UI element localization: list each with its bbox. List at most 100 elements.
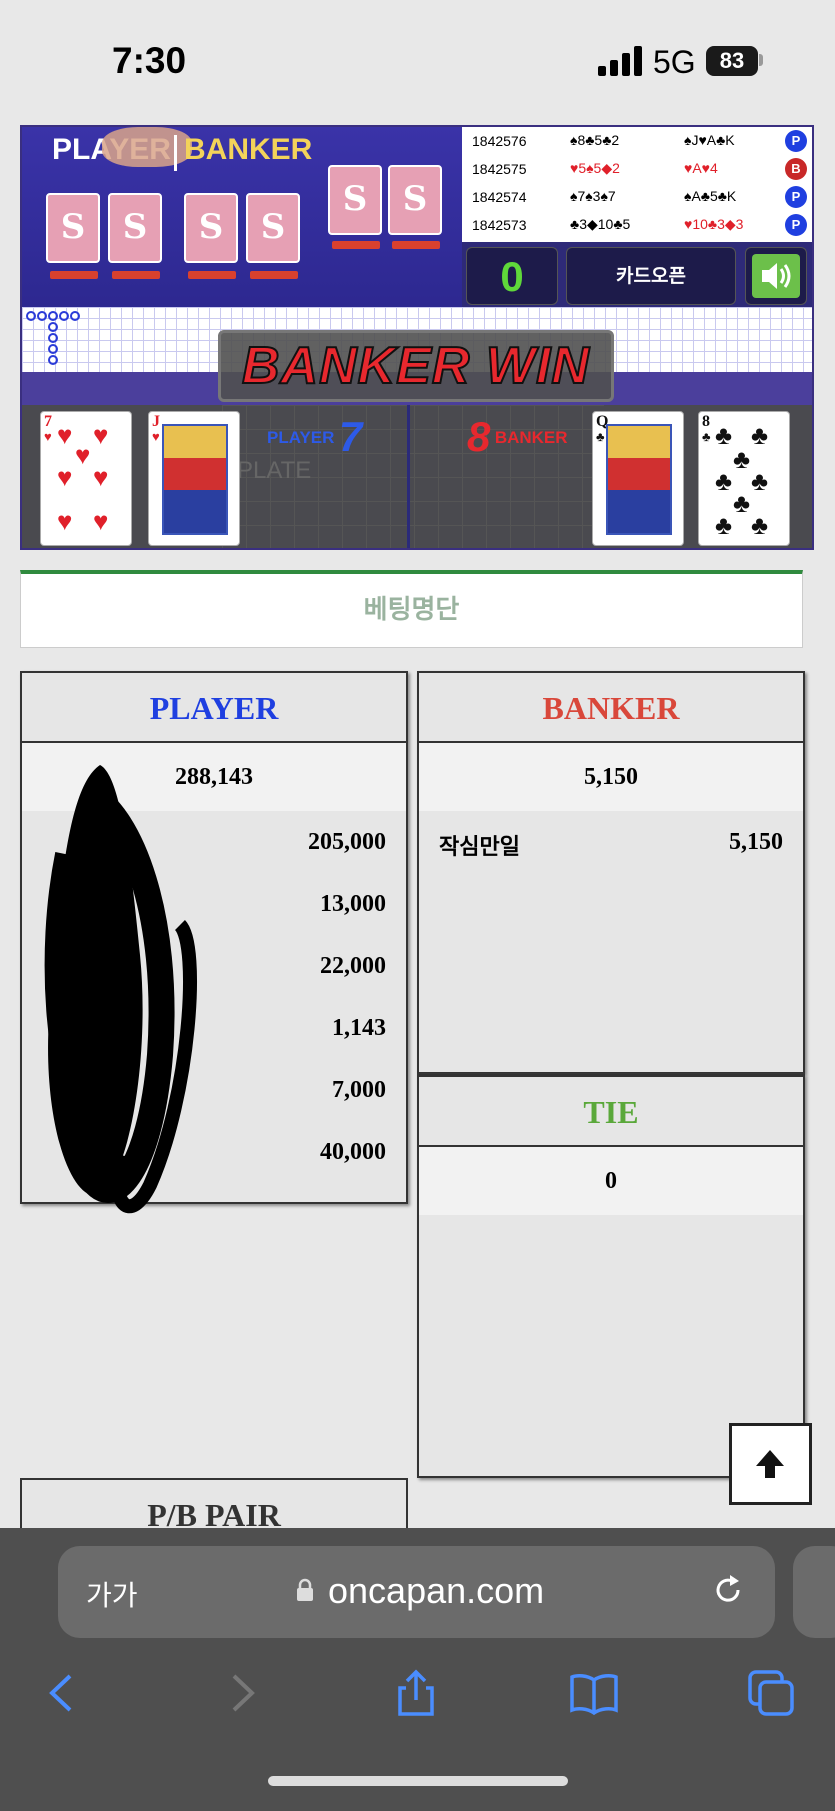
scroll-top-button[interactable] <box>729 1423 812 1505</box>
card-slot <box>250 271 298 279</box>
heart-icon: ♥ <box>57 506 73 536</box>
card-table: PLATE 7 ♥ ♥ ♥ ♥ ♥ ♥ ♥ ♥ J ♥ PLAYER 7 8 B… <box>22 405 812 548</box>
card-back <box>328 165 382 235</box>
road-marker <box>48 322 58 332</box>
club-icon: ♣ <box>733 444 751 474</box>
banker-cards-text: ♥A♥4 <box>684 160 718 176</box>
club-icon: ♣ <box>715 510 733 540</box>
live-video: PLAYER BANKER <box>22 127 462 307</box>
card-back <box>388 165 442 235</box>
card-slot <box>332 241 380 249</box>
url-text: oncapan.com <box>328 1570 545 1611</box>
card-slot <box>112 271 160 279</box>
card-slot <box>50 271 98 279</box>
round-id: 1842575 <box>472 161 527 177</box>
arrow-up-icon <box>756 1450 784 1478</box>
reload-icon[interactable] <box>710 1572 746 1608</box>
tie-bet-panel: TIE 0 <box>417 1074 805 1478</box>
bet-amount: 22,000 <box>320 953 386 979</box>
player-cards-text: ♠7♠3♠7 <box>570 188 616 204</box>
banker-card-1: Q ♣ <box>592 411 684 546</box>
road-marker <box>70 311 80 321</box>
player-cards-text: ♥5♠5◆2 <box>570 160 620 176</box>
battery-icon: 83 <box>706 46 758 76</box>
history-row: 1842573 ♣3◆10♣5 ♥10♣3◆3 P <box>462 211 812 239</box>
road-marker <box>48 311 58 321</box>
live-banker-label: BANKER <box>184 133 313 166</box>
club-icon: ♣ <box>751 510 769 540</box>
road-marker <box>48 344 58 354</box>
game-controls: 0 카드오픈 <box>462 242 812 307</box>
battery-tip <box>759 54 763 66</box>
card-back <box>108 193 162 263</box>
player-score: PLAYER 7 <box>267 413 363 460</box>
round-id: 1842573 <box>472 217 527 233</box>
heart-icon: ♥ <box>93 506 109 536</box>
browser-toolbar: 가가 oncapan.com <box>0 1528 835 1811</box>
bet-amount: 1,143 <box>332 1015 386 1041</box>
dealer-hand <box>102 127 192 167</box>
bet-amount: 205,000 <box>308 829 386 855</box>
bet-list-title: 베팅명단 <box>363 594 460 624</box>
share-icon[interactable] <box>391 1668 441 1718</box>
banker-cards-text: ♠A♣5♣K <box>684 188 737 204</box>
bookmarks-icon[interactable] <box>569 1668 619 1718</box>
status-bar: 7:30 5G 83 <box>0 0 835 120</box>
tie-total: 0 <box>419 1147 803 1215</box>
text-size-button[interactable]: 가가 <box>86 1574 138 1614</box>
signal-icon <box>598 46 642 76</box>
round-id: 1842574 <box>472 189 527 205</box>
result-badge: P <box>785 130 807 152</box>
road-marker <box>59 311 69 321</box>
club-icon: ♣ <box>733 488 751 518</box>
jack-face-icon <box>162 424 228 535</box>
banker-score: 8 BANKER <box>467 413 568 460</box>
card-back <box>46 193 100 263</box>
lock-icon <box>297 1578 313 1601</box>
banker-total: 5,150 <box>419 743 803 811</box>
card-back <box>246 193 300 263</box>
sound-button[interactable] <box>745 247 807 305</box>
banker-card-2: 8 ♣ ♣ ♣ ♣ ♣ ♣ ♣ ♣ ♣ <box>698 411 790 546</box>
card-slot <box>188 271 236 279</box>
bet-row: 작심만일 5,150 <box>419 811 803 873</box>
club-icon: ♣ <box>715 420 733 450</box>
history-row: 1842575 ♥5♠5◆2 ♥A♥4 B <box>462 155 812 183</box>
club-icon: ♣ <box>751 420 769 450</box>
heart-icon: ♥ <box>93 420 109 450</box>
result-badge: P <box>785 186 807 208</box>
bet-amount: 7,000 <box>332 1077 386 1103</box>
ghost-text: PLATE <box>237 457 312 484</box>
forward-icon[interactable] <box>216 1668 266 1718</box>
speaker-icon <box>752 254 800 298</box>
back-icon[interactable] <box>38 1668 88 1718</box>
next-tab-preview[interactable] <box>793 1546 835 1638</box>
network-type: 5G <box>653 44 696 80</box>
round-history: 1842576 ♠8♣5♣2 ♠J♥A♣K P 1842575 ♥5♠5◆2 ♥… <box>462 127 812 242</box>
club-icon: ♣ <box>715 466 733 496</box>
heart-icon: ♥ <box>93 462 109 492</box>
win-banner: BANKER WIN <box>218 330 614 402</box>
road-marker <box>37 311 47 321</box>
history-row: 1842574 ♠7♠3♠7 ♠A♣5♣K P <box>462 183 812 211</box>
tie-panel-header: TIE <box>419 1077 803 1147</box>
heart-icon: ♥ <box>57 462 73 492</box>
player-cards-text: ♣3◆10♣5 <box>570 216 631 232</box>
bet-amount: 13,000 <box>320 891 386 917</box>
address-bar[interactable]: 가가 oncapan.com <box>58 1546 775 1638</box>
result-badge: B <box>785 158 807 180</box>
heart-icon: ♥ <box>57 420 73 450</box>
card-back <box>184 193 238 263</box>
banker-panel-header: BANKER <box>419 673 803 743</box>
card-open-button[interactable]: 카드오픈 <box>566 247 736 305</box>
heart-icon: ♥ <box>75 440 91 470</box>
history-row: 1842576 ♠8♣5♣2 ♠J♥A♣K P <box>462 127 812 155</box>
card-slot <box>392 241 440 249</box>
tabs-icon[interactable] <box>746 1668 796 1718</box>
club-icon: ♣ <box>751 466 769 496</box>
table-divider <box>407 405 410 548</box>
round-id: 1842576 <box>472 133 527 149</box>
queen-face-icon <box>606 424 672 535</box>
banker-cards-text: ♠J♥A♣K <box>684 132 735 148</box>
banker-bet-panel: BANKER 5,150 작심만일 5,150 <box>417 671 805 1074</box>
